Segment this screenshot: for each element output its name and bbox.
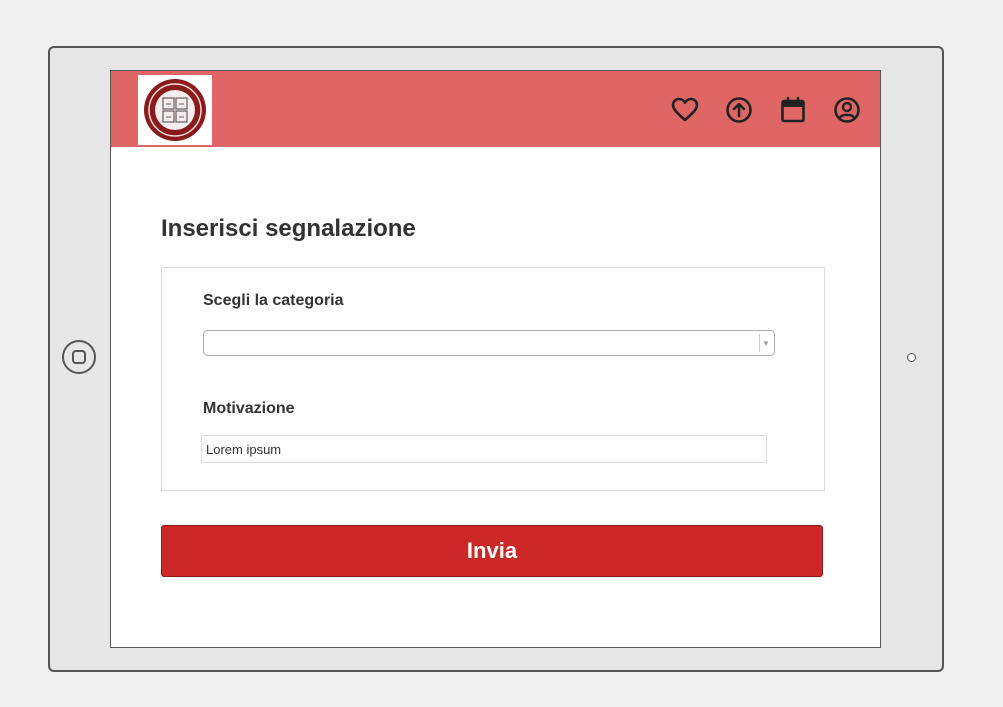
home-button-square [72,350,86,364]
chevron-down-icon: ▼ [759,334,772,352]
app-header [111,71,880,147]
category-select[interactable]: ▼ [203,330,775,356]
university-logo[interactable] [138,75,212,145]
heart-icon [671,97,699,122]
upload-icon [726,97,752,123]
seal-icon [144,79,206,141]
motivation-input[interactable] [201,435,767,463]
calendar-icon [781,96,805,123]
header-actions [668,93,864,127]
calendar-button[interactable] [776,93,810,127]
category-label: Scegli la categoria [203,292,344,309]
home-button[interactable] [62,340,96,374]
app-screen: Inserisci segnalazione Scegli la categor… [110,70,881,648]
favorites-button[interactable] [668,93,702,127]
user-icon [834,97,860,123]
device-mockup: Inserisci segnalazione Scegli la categor… [0,0,1003,707]
report-form: Scegli la categoria ▼ Motivazione [161,267,825,491]
page-title: Inserisci segnalazione [161,215,416,242]
motivation-label: Motivazione [203,400,295,417]
camera-dot [907,353,916,362]
upload-button[interactable] [722,93,756,127]
submit-button[interactable]: Invia [161,525,823,577]
profile-button[interactable] [830,93,864,127]
